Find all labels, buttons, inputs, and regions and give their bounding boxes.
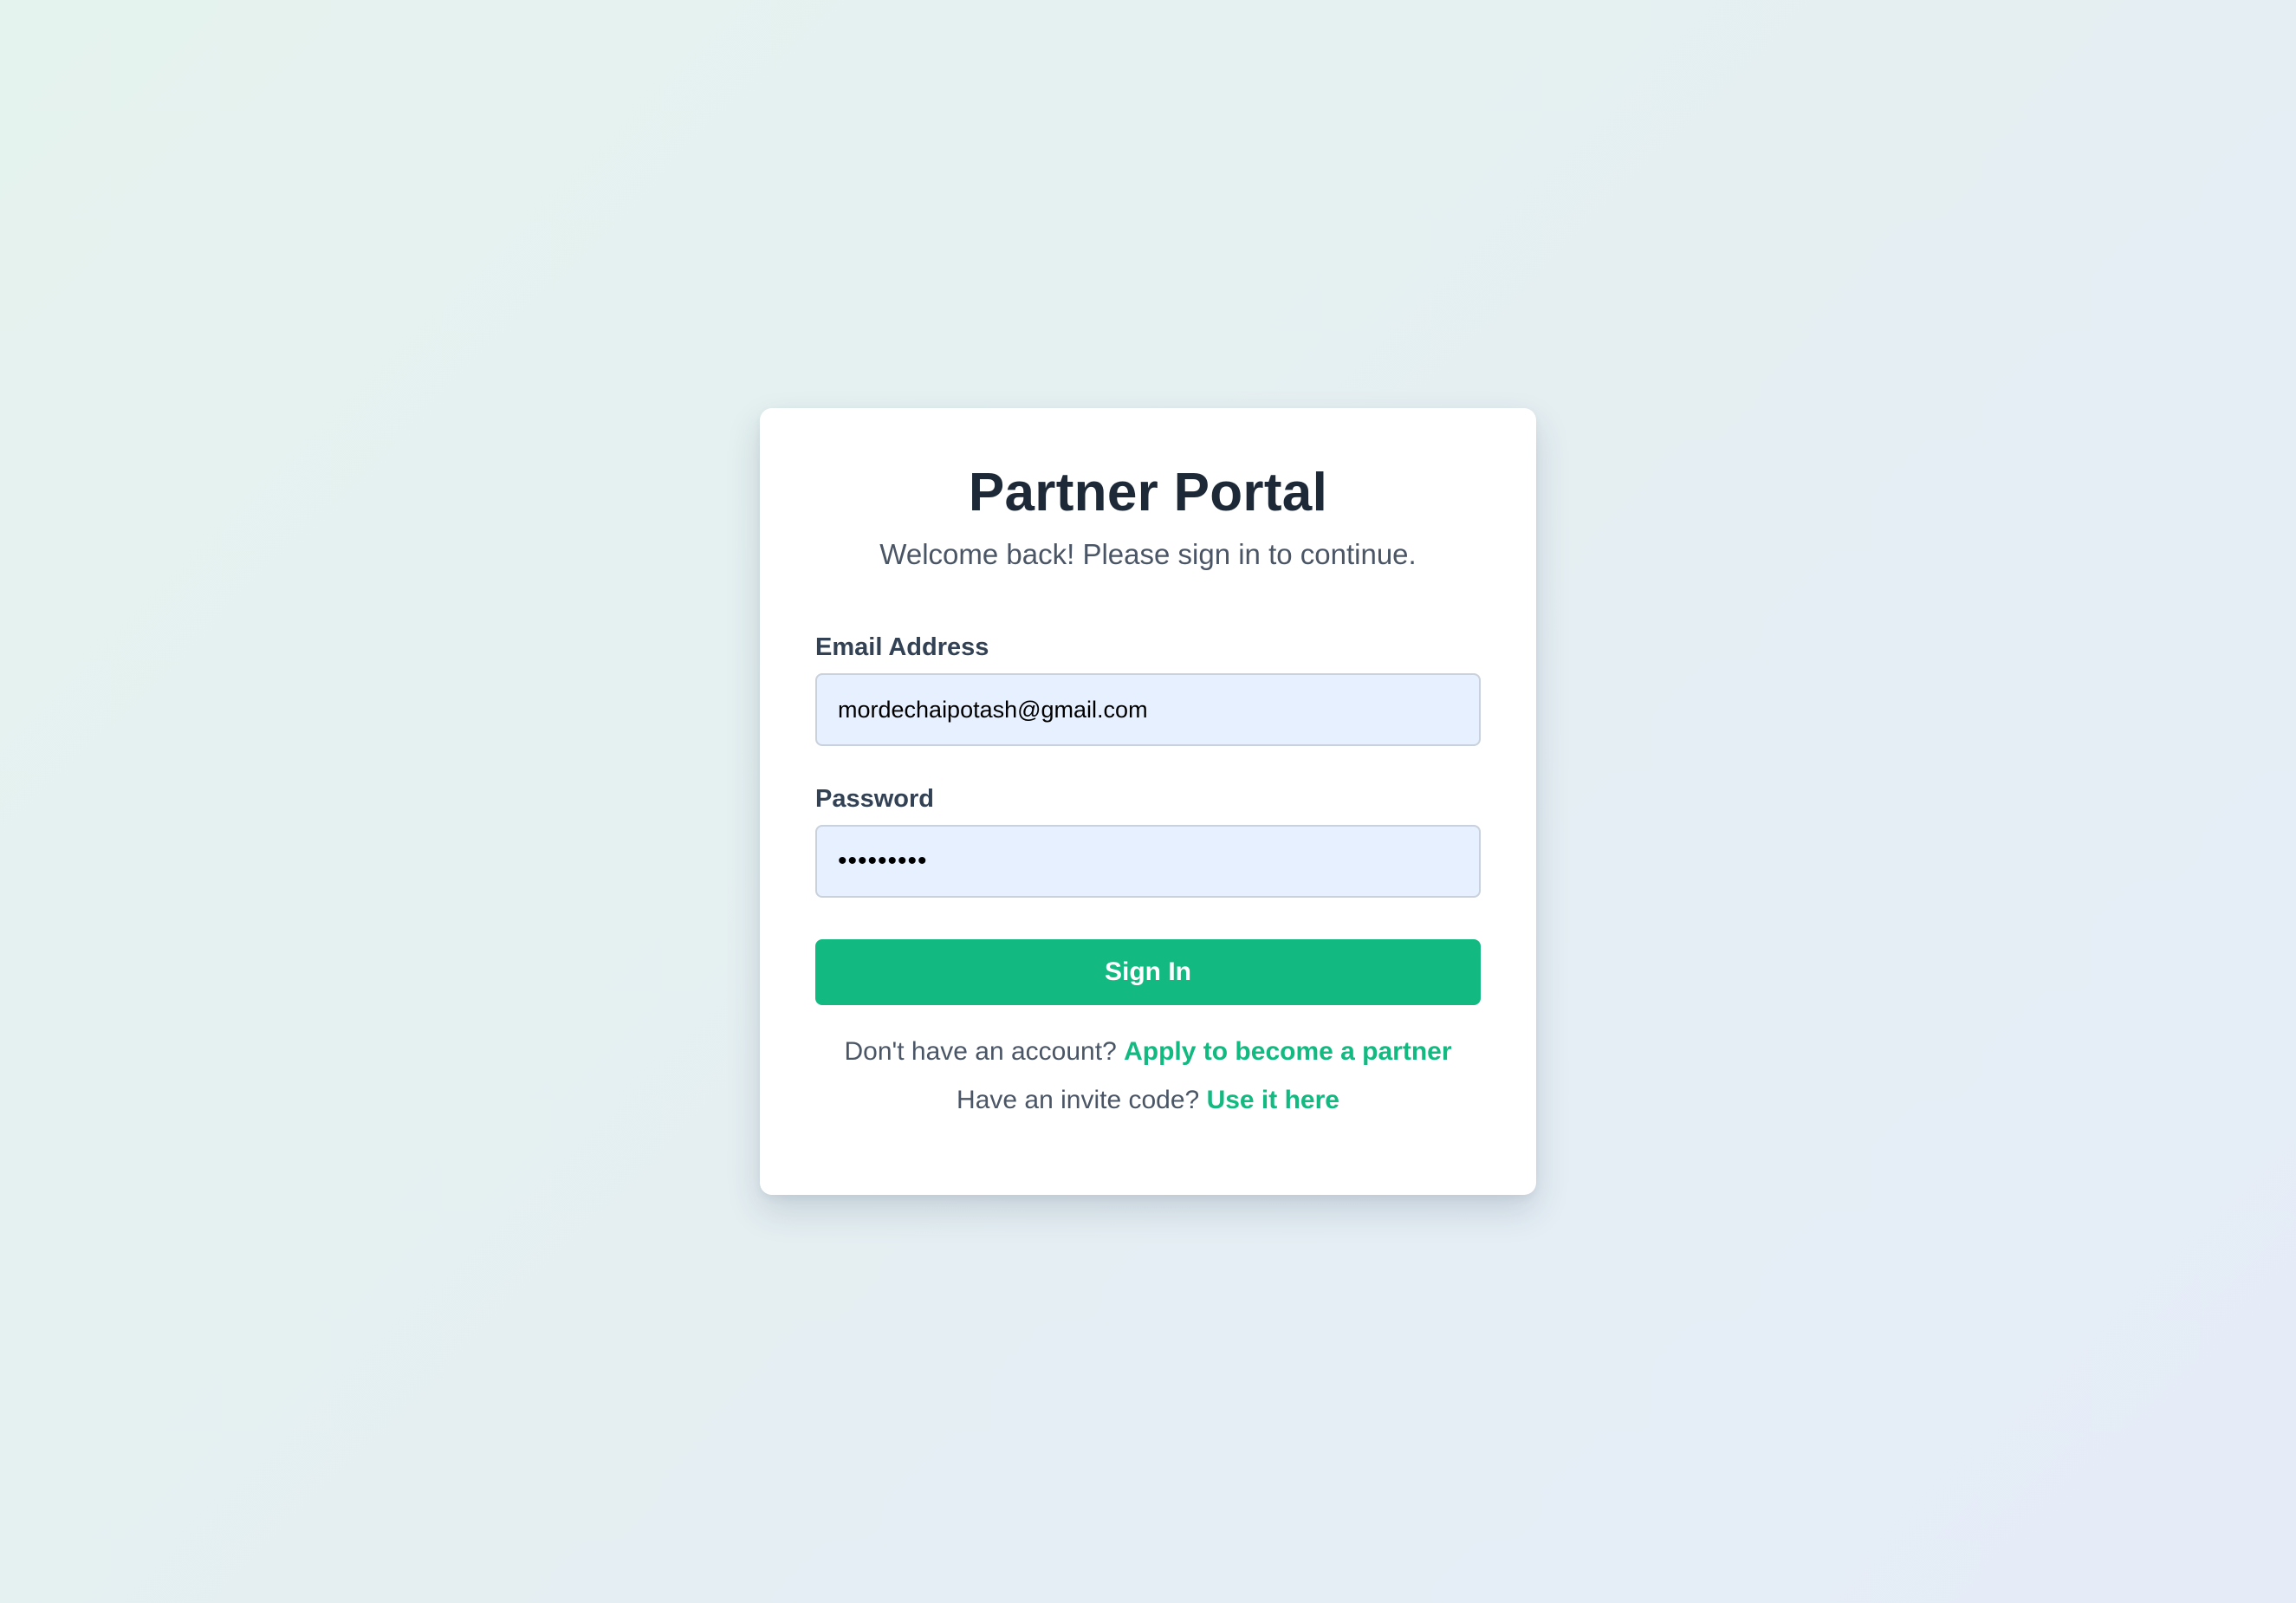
apply-prompt: Don't have an account? xyxy=(844,1037,1117,1066)
password-field[interactable]: ••••••••• xyxy=(815,825,1481,898)
login-card: Partner Portal Welcome back! Please sign… xyxy=(760,408,1536,1195)
apply-line: Don't have an account? Apply to become a… xyxy=(815,1035,1481,1069)
use-invite-link[interactable]: Use it here xyxy=(1207,1086,1339,1114)
page-subtitle: Welcome back! Please sign in to continue… xyxy=(879,538,1417,570)
email-field[interactable]: mordechaipotash@gmail.com xyxy=(815,673,1481,746)
apply-partner-link[interactable]: Apply to become a partner xyxy=(1124,1037,1451,1066)
invite-prompt: Have an invite code? xyxy=(957,1086,1200,1114)
page-title: Partner Portal xyxy=(968,463,1328,522)
email-value: mordechaipotash@gmail.com xyxy=(838,696,1148,723)
password-value: ••••••••• xyxy=(838,847,928,875)
email-label: Email Address xyxy=(815,633,989,661)
sign-in-button[interactable]: Sign In xyxy=(815,939,1481,1005)
invite-line: Have an invite code? Use it here xyxy=(815,1083,1481,1118)
password-label: Password xyxy=(815,785,934,813)
